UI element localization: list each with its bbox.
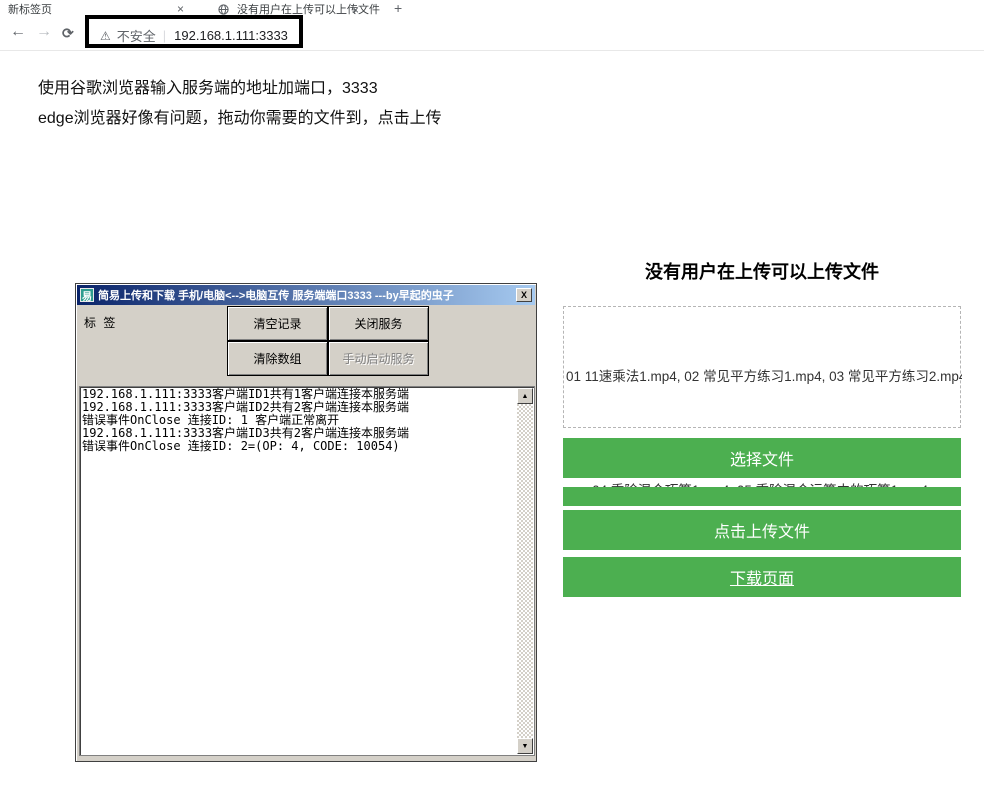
app-title-bar[interactable]: 易 简易上传和下载 手机/电脑<-->电脑互传 服务端端口3333 ---by早… [77,285,535,305]
choose-file-button[interactable]: 选择文件 [563,438,961,478]
upload-button[interactable]: 点击上传文件 [563,510,961,550]
not-secure-warning-icon: ⚠ [100,29,111,43]
tab-new-tab[interactable]: 新标签页 × [8,0,188,18]
address-bar[interactable]: ⚠ 不安全 | 192.168.1.111:3333 [100,26,288,45]
url-text: 192.168.1.111:3333 [174,28,288,43]
server-app-window: 易 简易上传和下载 手机/电脑<-->电脑互传 服务端端口3333 ---by早… [75,283,537,762]
file-drop-zone[interactable]: 01 11速乘法1.mp4, 02 常见平方练习1.mp4, 03 常见平方练习… [563,306,961,428]
url-separator: | [163,28,166,43]
tab-title: 新标签页 [8,1,52,17]
browser-tab-strip: 新标签页 × 没有用户在上传可以上传文件 × + [0,0,984,18]
clear-log-button[interactable]: 清空记录 [227,306,328,341]
tab-upload-page[interactable]: 没有用户在上传可以上传文件 [218,0,368,18]
tab-close-icon[interactable]: × [352,3,359,17]
download-page-button[interactable]: 下载页面 [563,557,961,597]
intro-line-2: edge浏览器好像有问题，拖动你需要的文件到，点击上传 [38,104,442,128]
app-icon: 易 [80,288,94,302]
scroll-up-icon[interactable]: ▲ [517,388,533,404]
log-line: 错误事件OnClose 连接ID: 2=(OP: 4, CODE: 10054) [82,440,516,453]
tab-close-icon[interactable]: × [177,2,184,16]
upload-status-heading: 没有用户在上传可以上传文件 [563,258,961,284]
reload-icon[interactable]: ⟳ [62,25,74,42]
manual-start-button: 手动启动服务 [328,341,429,376]
stop-service-button[interactable]: 关闭服务 [328,306,429,341]
connection-log-box[interactable]: 192.168.1.111:3333客户端ID1共有1客户端连接本服务端 192… [79,386,535,756]
uploaded-file-list: 01 11速乘法1.mp4, 02 常见平方练习1.mp4, 03 常见平方练习… [566,365,962,385]
clear-array-button[interactable]: 清除数组 [227,341,328,376]
app-window-title: 简易上传和下载 手机/电脑<-->电脑互传 服务端端口3333 ---by早起的… [98,287,516,303]
scroll-down-icon[interactable]: ▼ [517,738,533,754]
browser-toolbar: ← → ⟳ ⚠ 不安全 | 192.168.1.111:3333 [0,18,984,51]
log-vertical-scrollbar[interactable]: ▲ ▼ [517,388,533,754]
new-tab-button[interactable]: + [394,0,402,16]
globe-icon [218,4,229,15]
not-secure-label: 不安全 [117,26,156,45]
intro-line-1: 使用谷歌浏览器输入服务端的地址加端口，3333 [38,74,378,98]
tag-label: 标 签 [84,314,117,331]
connection-log-text: 192.168.1.111:3333客户端ID1共有1客户端连接本服务端 192… [82,388,516,754]
forward-icon[interactable]: → [36,23,52,41]
window-close-button[interactable]: X [516,288,532,302]
green-divider-strip [563,487,961,506]
upload-panel: 没有用户在上传可以上传文件 01 11速乘法1.mp4, 02 常见平方练习1.… [563,258,961,284]
back-icon[interactable]: ← [10,23,26,41]
download-page-link[interactable]: 下载页面 [730,565,794,589]
